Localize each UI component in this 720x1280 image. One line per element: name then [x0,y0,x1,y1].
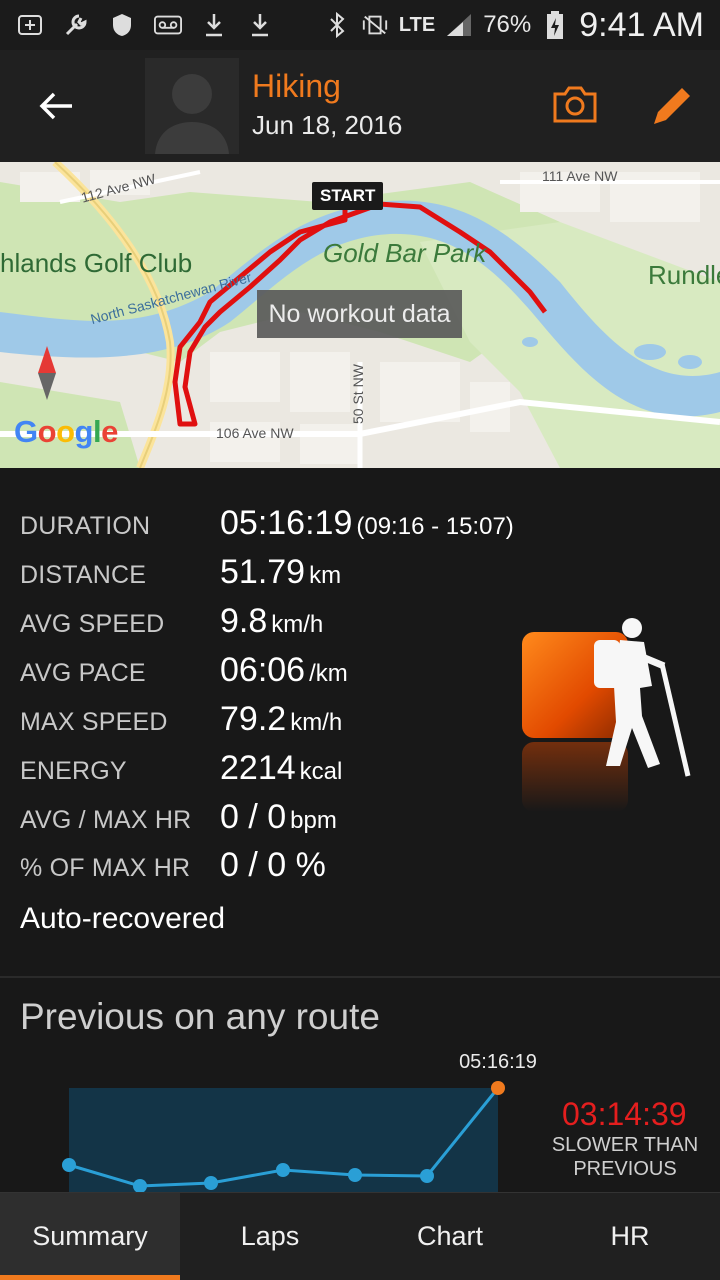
network-type: LTE [398,13,436,36]
status-bar: LTE 76% 9:41 AM [0,0,720,50]
tab-hr[interactable]: HR [540,1193,720,1280]
stat-heart-rate: AVG / MAX HR 0 / 0 bpm [20,798,337,837]
auto-recovered-note: Auto-recovered [20,902,226,935]
difference-description: SLOWER THAN PREVIOUS [545,1133,705,1181]
stat-avg-pace: AVG PACE 06:06 /km [20,651,348,690]
tab-laps[interactable]: Laps [180,1193,360,1280]
section-title: Previous on any route [20,996,380,1037]
tab-summary[interactable]: Summary [0,1193,180,1280]
arrow-back-icon [39,92,72,120]
previous-route-section: Previous on any route 05:16:19 03:14:39 … [0,978,720,1192]
hiking-activity-icon [520,616,700,816]
header: Hiking Jun 18, 2016 [0,50,720,162]
stat-label: AVG PACE [20,659,146,687]
person-silhouette-icon [155,74,229,154]
battery-percent: 76% [483,11,532,38]
stat-unit: km/h [271,611,324,638]
map-street-label: 111 Ave NW [542,168,618,184]
back-button[interactable] [30,80,82,132]
stat-label: MAX SPEED [20,708,168,736]
stat-label: AVG SPEED [20,610,165,638]
stat-value: 05:16:19 [220,504,353,542]
stat-label: DURATION [20,512,151,540]
chart-point-latest[interactable] [491,1081,505,1095]
stat-pct-max-hr: % OF MAX HR 0 / 0 % [20,846,326,885]
voicemail-icon [154,11,182,39]
stat-unit: (09:16 - 15:07) [356,513,514,540]
download-icon [246,11,274,39]
stat-value: 9.8 [220,602,268,640]
activity-date: Jun 18, 2016 [252,110,403,140]
pencil-icon [654,88,690,124]
stat-label: AVG / MAX HR [20,806,192,834]
stat-unit: km/h [290,709,343,736]
chart-point[interactable] [420,1169,434,1183]
stat-value: 2214 [220,749,296,787]
time-difference: 03:14:39 [562,1096,687,1132]
map-street-label: 106 Ave NW [216,425,294,441]
stat-value: 0 / 0 % [220,846,326,884]
signal-icon [445,11,473,39]
edit-button[interactable] [650,82,696,128]
map-area-label: Rundle [648,260,720,290]
wrench-icon [62,11,90,39]
battery-charging-icon [541,11,569,39]
stat-value: 79.2 [220,700,287,738]
stat-label: ENERGY [20,757,127,785]
stat-unit: kcal [299,758,343,785]
bluetooth-icon [323,11,351,39]
vibrate-mute-icon [361,11,389,39]
workout-stats: DURATION 05:16:19 (09:16 - 15:07) DISTAN… [0,468,720,976]
clock: 9:41 AM [579,5,704,44]
stat-unit: /km [309,660,348,687]
stat-value: 51.79 [220,553,306,591]
difference-line-2: PREVIOUS [573,1158,677,1180]
activity-title: Hiking [252,68,341,104]
add-notification-icon [16,11,44,39]
google-logo: Google [14,414,118,449]
chart-point[interactable] [276,1163,290,1177]
download-icon [200,11,228,39]
stat-energy: ENERGY 2214 kcal [20,749,342,788]
stat-label: % OF MAX HR [20,854,191,882]
stat-label: DISTANCE [20,561,147,589]
chart-latest-label: 05:16:19 [459,1051,537,1073]
previous-comparison-chart[interactable]: 05:16:19 [0,1048,540,1192]
stat-unit: bpm [290,807,337,834]
shield-icon [108,11,136,39]
stat-unit: km [309,562,342,589]
tab-chart[interactable]: Chart [360,1193,540,1280]
stat-value: 0 / 0 [220,798,287,836]
stat-max-speed: MAX SPEED 79.2 km/h [20,700,342,739]
map-street-label: 50 St NW [350,364,366,424]
chart-point[interactable] [348,1168,362,1182]
stat-value: 06:06 [220,651,306,689]
camera-button[interactable] [552,84,598,124]
chart-point[interactable] [62,1158,76,1172]
stat-distance: DISTANCE 51.79 km [20,553,341,592]
compass-icon[interactable] [36,346,58,400]
route-map[interactable]: 112 Ave NW 111 Ave NW 106 Ave NW 50 St N… [0,162,720,468]
map-golf-label: hlands Golf Club [0,248,193,278]
camera-icon [553,86,597,123]
no-workout-data-toast: No workout data [257,290,462,338]
chart-point[interactable] [204,1176,218,1190]
stat-avg-speed: AVG SPEED 9.8 km/h [20,602,323,641]
avatar[interactable] [145,58,239,154]
start-marker: START [312,182,384,210]
map-park-label: Gold Bar Park [323,238,487,268]
bottom-tab-bar: Summary Laps Chart HR [0,1192,720,1280]
difference-line-1: SLOWER THAN [551,1134,699,1156]
stat-duration: DURATION 05:16:19 (09:16 - 15:07) [20,504,514,543]
